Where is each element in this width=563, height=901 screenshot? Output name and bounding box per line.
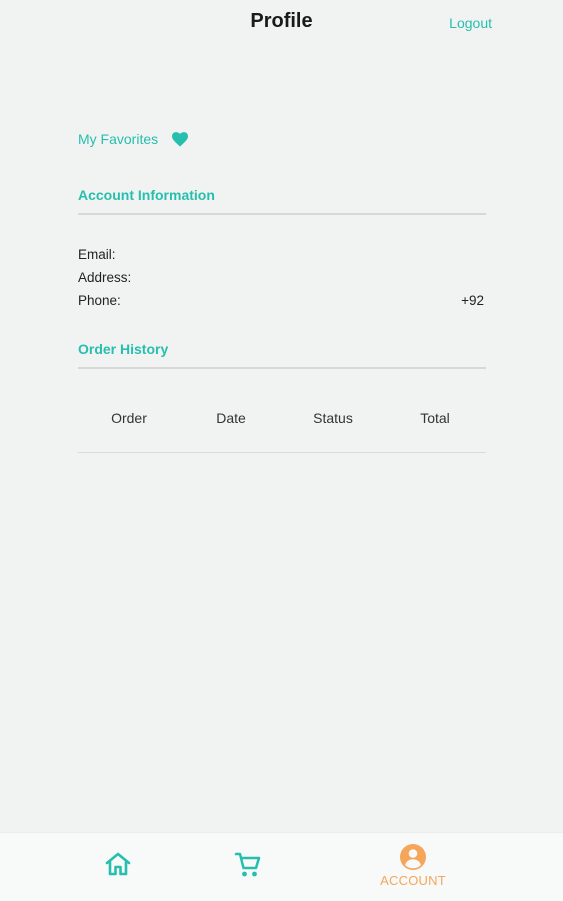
email-label: Email:	[78, 247, 116, 262]
nav-account[interactable]: ACCOUNT	[377, 843, 449, 888]
nav-account-label: ACCOUNT	[380, 873, 446, 888]
header: Profile Logout	[0, 0, 563, 46]
address-label: Address:	[78, 270, 132, 285]
my-favorites-label: My Favorites	[78, 131, 159, 147]
account-icon	[400, 844, 426, 870]
column-date: Date	[216, 410, 246, 426]
order-table-header: Order Date Status Total	[78, 410, 486, 426]
column-order: Order	[111, 410, 147, 426]
account-information-title: Account Information	[78, 187, 215, 203]
order-history-title: Order History	[78, 341, 169, 357]
nav-home[interactable]	[104, 851, 132, 877]
my-favorites-link[interactable]: My Favorites	[78, 131, 189, 147]
cart-icon	[234, 852, 261, 877]
column-total: Total	[420, 410, 450, 426]
email-row: Email:	[78, 247, 484, 262]
logout-button[interactable]: Logout	[449, 15, 492, 31]
order-table-divider	[78, 452, 486, 453]
bottom-navigation: ACCOUNT	[0, 832, 563, 901]
home-icon	[105, 852, 131, 876]
column-status: Status	[313, 410, 353, 426]
phone-label: Phone:	[78, 293, 121, 308]
address-row: Address:	[78, 270, 484, 285]
phone-row: Phone: +92	[78, 293, 484, 308]
account-information-divider	[78, 213, 486, 215]
heart-icon	[172, 131, 189, 146]
phone-value: +92	[461, 293, 484, 308]
order-history-divider	[78, 367, 486, 369]
nav-cart[interactable]	[234, 851, 262, 879]
